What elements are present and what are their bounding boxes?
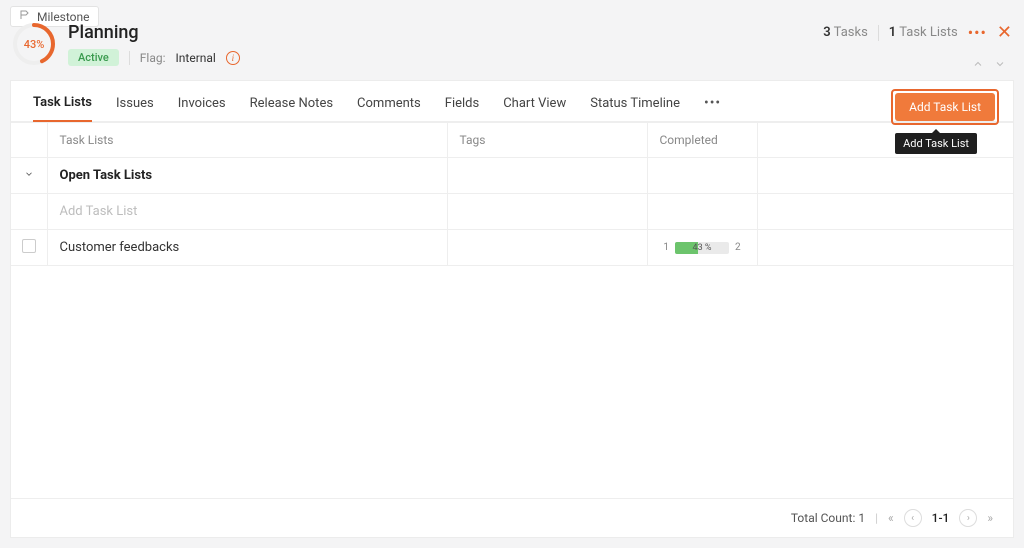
- tasklists-count: 1Task Lists: [889, 25, 958, 40]
- add-tasklist-tooltip: Add Task List: [895, 133, 977, 154]
- page-prev-icon[interactable]: ‹: [904, 509, 922, 527]
- tab-release-notes[interactable]: Release Notes: [250, 96, 333, 121]
- page-last-icon[interactable]: »: [987, 511, 993, 525]
- total-count: 2: [735, 242, 741, 253]
- main-panel: Task ListsIssuesInvoicesRelease NotesCom…: [10, 80, 1014, 538]
- tags-cell[interactable]: [447, 230, 647, 266]
- status-badge[interactable]: Active: [68, 49, 119, 66]
- total-count: Total Count: 1: [791, 511, 865, 525]
- page-next-icon[interactable]: ›: [959, 509, 977, 527]
- add-tasklist-highlight: Add Task List: [891, 89, 999, 125]
- page-range: 1-1: [932, 511, 950, 525]
- next-record-icon[interactable]: [994, 58, 1006, 74]
- col-select: [11, 123, 47, 158]
- tab-comments[interactable]: Comments: [357, 96, 421, 121]
- chevron-down-icon[interactable]: [24, 168, 34, 183]
- more-menu-icon[interactable]: •••: [968, 23, 987, 42]
- col-completed[interactable]: Completed: [647, 123, 757, 158]
- completed-cell: 1 43 % 2: [647, 230, 757, 266]
- group-name: Open Task Lists: [60, 168, 153, 183]
- tabs: Task Lists Issues Invoices Release Notes Com…: [11, 81, 1013, 122]
- add-tasklist-placeholder[interactable]: Add Task List: [47, 194, 447, 230]
- tab-fields[interactable]: Fields: [445, 96, 479, 121]
- progress-gauge-label: 43%: [24, 38, 45, 51]
- tab-issues[interactable]: Issues: [116, 96, 154, 121]
- progress-bar: 43 %: [675, 242, 729, 254]
- separator: [878, 25, 879, 41]
- page-first-icon[interactable]: «: [888, 511, 894, 525]
- close-icon[interactable]: ✕: [997, 22, 1012, 43]
- progress-gauge: 43%: [12, 22, 56, 66]
- tasks-count: 3Tasks: [823, 25, 868, 40]
- more-tabs-icon[interactable]: •••: [704, 95, 721, 121]
- done-count: 1: [663, 242, 669, 253]
- group-row[interactable]: Open Task Lists: [11, 158, 1013, 194]
- table-row[interactable]: Customer feedbacks 1 43 % 2: [11, 230, 1013, 266]
- header: 43% Planning Active Flag: Internal i 3Ta…: [0, 0, 1024, 76]
- flag-label: Flag:: [140, 51, 166, 65]
- footer: Total Count: 1 | « ‹ 1-1 › »: [11, 498, 1013, 537]
- tab-task-lists[interactable]: Task Lists: [33, 95, 92, 122]
- add-tasklist-row[interactable]: Add Task List: [11, 194, 1013, 230]
- tab-invoices[interactable]: Invoices: [178, 96, 226, 121]
- col-tags[interactable]: Tags: [447, 123, 647, 158]
- tab-status-timeline[interactable]: Status Timeline: [590, 96, 680, 121]
- col-tasklists[interactable]: Task Lists: [47, 123, 447, 158]
- info-icon[interactable]: i: [226, 51, 240, 65]
- prev-record-icon[interactable]: [972, 58, 984, 74]
- page-title: Planning: [68, 22, 240, 43]
- flag-value: Internal: [176, 51, 216, 65]
- tasklist-name[interactable]: Customer feedbacks: [47, 230, 447, 266]
- add-tasklist-button[interactable]: Add Task List: [895, 93, 995, 121]
- tab-chart-view[interactable]: Chart View: [503, 96, 566, 121]
- checkbox[interactable]: [22, 239, 36, 253]
- separator: |: [875, 511, 878, 525]
- tasklists-table: Task Lists Tags Completed Open Task List…: [11, 122, 1013, 266]
- separator: [129, 51, 130, 65]
